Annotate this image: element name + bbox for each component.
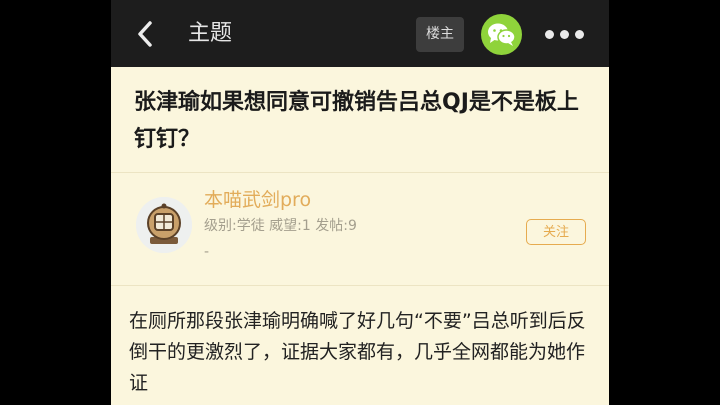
phone-screen: 主题 楼主 张津瑜如果想同意可撤销告吕总QJ是不是板上钉钉？ 本喵武剑pro 级… xyxy=(111,0,609,405)
title-divider xyxy=(111,172,609,173)
chevron-left-icon xyxy=(138,21,152,47)
post-title: 张津瑜如果想同意可撤销告吕总QJ是不是板上钉钉？ xyxy=(134,90,579,152)
author-stats: 级别:学徒 威望:1 发帖:9 xyxy=(204,218,357,234)
more-button[interactable] xyxy=(543,25,587,45)
diving-helmet-avatar xyxy=(136,197,192,253)
author-divider xyxy=(111,285,609,286)
avatar[interactable] xyxy=(136,197,192,253)
follow-button[interactable]: 关注 xyxy=(526,219,586,245)
more-dot xyxy=(560,30,569,39)
more-dot xyxy=(575,30,584,39)
author-name[interactable]: 本喵武剑pro xyxy=(204,186,311,214)
post-body: 在厕所那段张津瑜明确喊了好几句“不要”吕总听到后反倒干的更激烈了，证据大家都有，… xyxy=(129,310,586,394)
more-dots-icon xyxy=(545,30,554,39)
only-owner-button[interactable]: 楼主 xyxy=(416,17,464,52)
wechat-icon xyxy=(488,23,516,46)
page-title: 主题 xyxy=(188,21,233,46)
author-extra: - xyxy=(204,244,210,260)
top-navigation-bar: 主题 楼主 xyxy=(111,0,609,67)
wechat-share-button[interactable] xyxy=(481,14,522,55)
back-button[interactable] xyxy=(133,18,159,50)
